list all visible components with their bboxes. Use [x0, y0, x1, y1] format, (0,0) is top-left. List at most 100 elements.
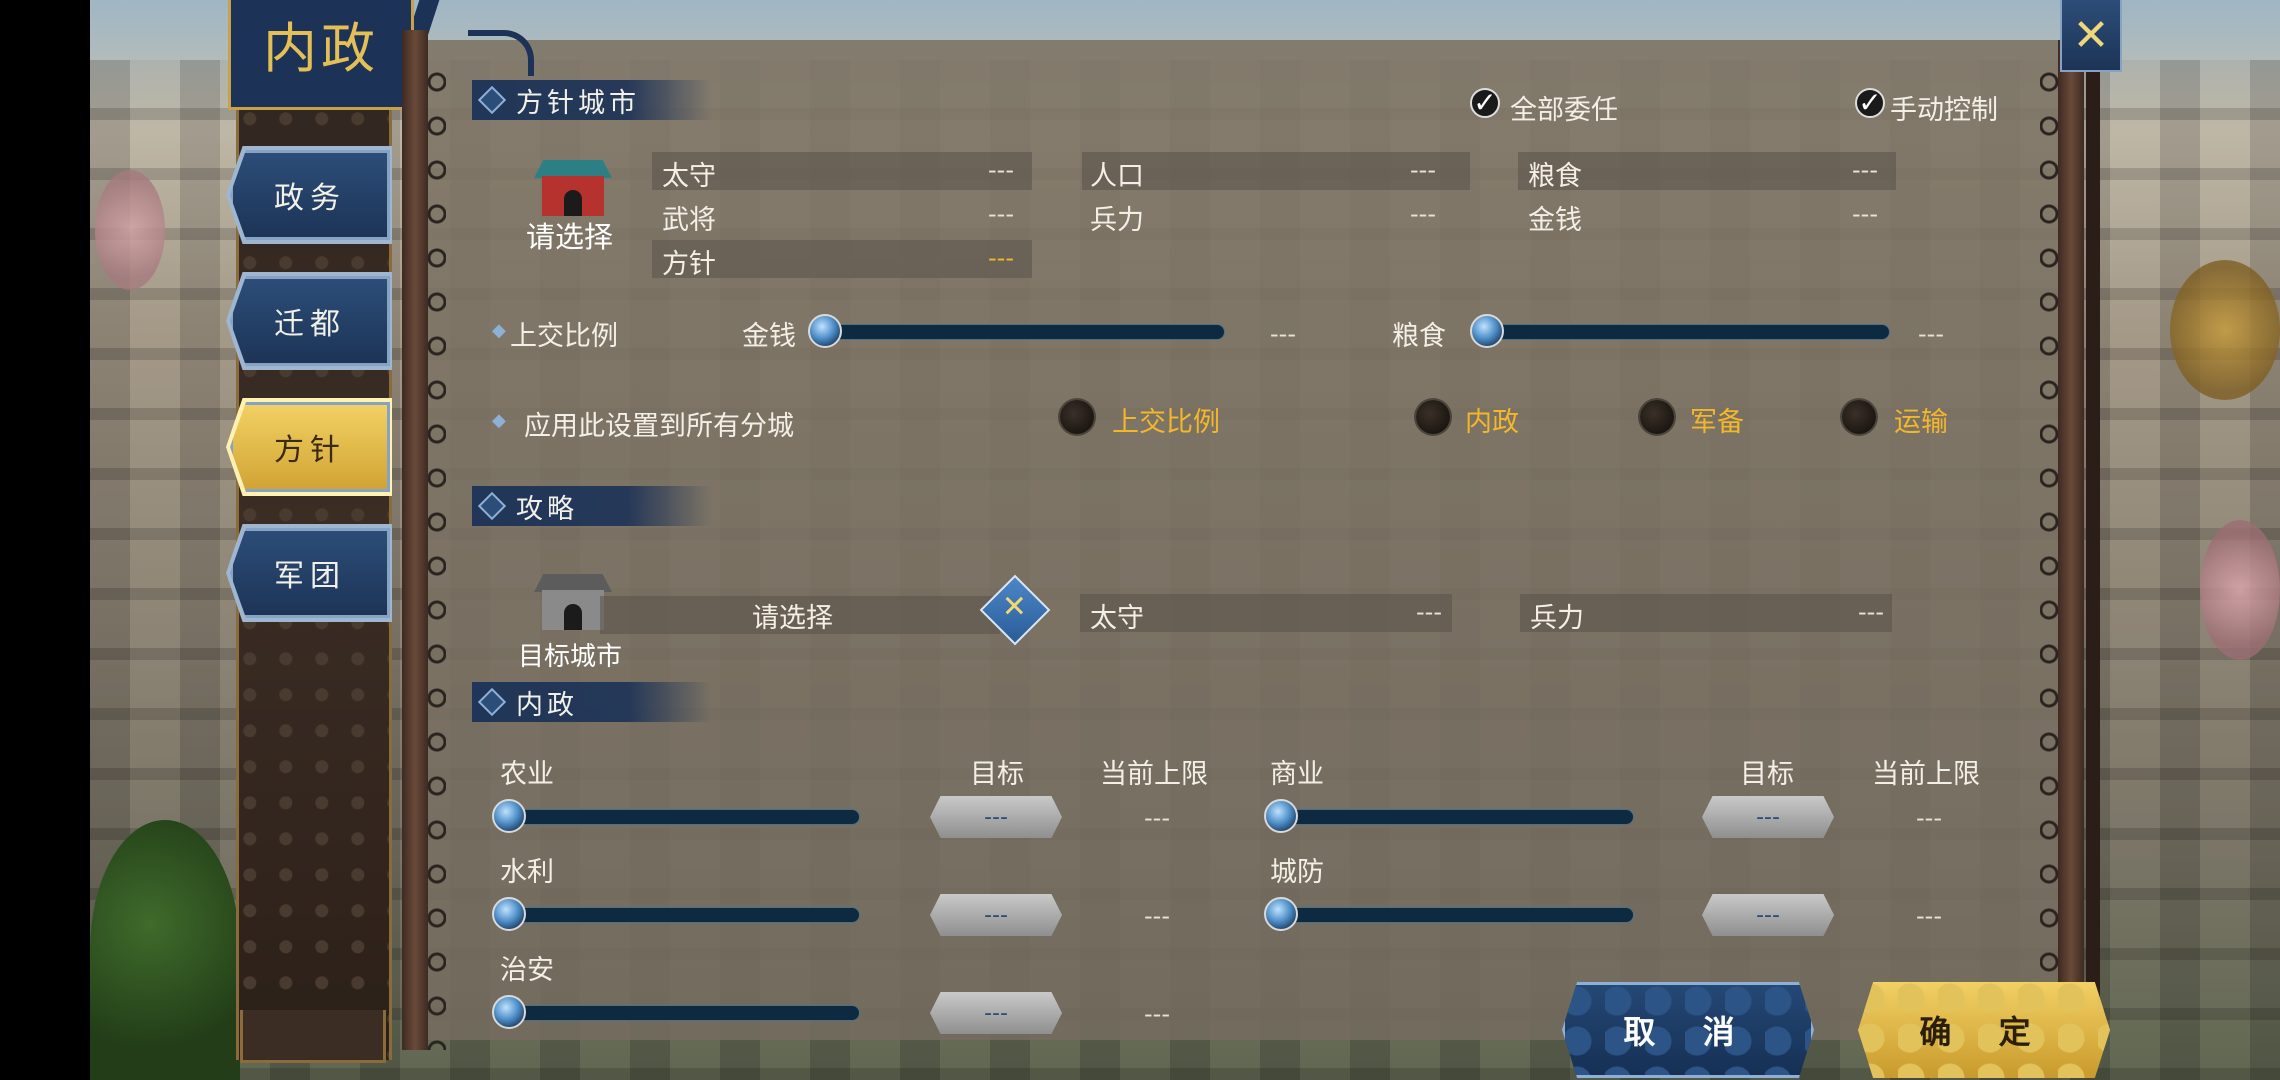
- agriculture-target-field[interactable]: ---: [930, 796, 1062, 838]
- irrigation-target-field[interactable]: ---: [930, 894, 1062, 936]
- section-title: 内政: [516, 689, 578, 721]
- title-banner: 内政: [228, 0, 414, 110]
- tribute-food-slider[interactable]: [1480, 324, 1890, 340]
- security-slider-knob[interactable]: [492, 995, 526, 1029]
- agriculture-slider-knob[interactable]: [492, 799, 526, 833]
- cap-header-right: 当前上限: [1872, 759, 1980, 790]
- apply-all-label: 应用此设置到所有分城: [524, 411, 794, 442]
- irrigation-slider[interactable]: [504, 907, 860, 923]
- nav-item-legion[interactable]: 军团: [230, 528, 390, 618]
- section-header-conquest: 攻略: [472, 486, 712, 526]
- apply-domestic-radio[interactable]: [1416, 400, 1450, 434]
- checkmark-icon: ✓: [1858, 86, 1882, 119]
- apply-transport-label: 运输: [1894, 407, 1948, 438]
- agriculture-cap-value: ---: [1144, 804, 1170, 832]
- nav-item-move-capital[interactable]: 迁都: [230, 276, 390, 366]
- apply-tribute-radio[interactable]: [1060, 400, 1094, 434]
- scroll-rod-right-back: [2086, 50, 2100, 1050]
- manual-control-label: 手动控制: [1890, 95, 1998, 126]
- scroll-rod-left: [402, 30, 428, 1050]
- nav-item-affairs[interactable]: 政务: [230, 150, 390, 240]
- irrigation-cap-value: ---: [1144, 902, 1170, 930]
- security-cap-value: ---: [1144, 1000, 1170, 1028]
- section-title: 方针城市: [516, 87, 640, 119]
- security-target-field[interactable]: ---: [930, 992, 1062, 1034]
- tribute-label: 上交比例: [510, 321, 618, 352]
- target-city-label: 目标城市: [518, 642, 623, 672]
- corner-hook: [468, 30, 534, 76]
- scroll-hooks-right: [2040, 60, 2058, 1050]
- policy-label: 方针: [662, 249, 716, 280]
- city-select-label[interactable]: 请选择: [526, 214, 613, 256]
- commerce-target-field[interactable]: ---: [1702, 796, 1834, 838]
- commerce-slider-knob[interactable]: [1264, 799, 1298, 833]
- apply-tribute-label: 上交比例: [1112, 407, 1220, 438]
- close-button[interactable]: ✕: [2060, 0, 2122, 72]
- population-label: 人口: [1090, 161, 1144, 192]
- blossom-tree-left: [95, 170, 165, 290]
- manual-control-checkbox[interactable]: ✓: [1855, 88, 1885, 118]
- fortress-gate: [564, 190, 582, 216]
- blossom-tree-right: [2200, 520, 2280, 660]
- diamond-icon: [477, 491, 507, 521]
- target-select-label[interactable]: 请选择: [752, 596, 833, 635]
- nav-item-policy[interactable]: 方针: [230, 402, 390, 492]
- page-title: 内政: [263, 17, 379, 80]
- tribute-food-label: 粮食: [1392, 321, 1446, 352]
- irrigation-slider-knob[interactable]: [492, 897, 526, 931]
- target-header-right: 目标: [1740, 759, 1794, 790]
- governor-value: ---: [988, 156, 1014, 184]
- tribute-food-value: ---: [1918, 320, 1944, 348]
- troops-label: 兵力: [1090, 205, 1144, 236]
- tree-left: [90, 820, 240, 1080]
- tribute-money-slider[interactable]: [820, 324, 1225, 340]
- commerce-cap-value: ---: [1916, 804, 1942, 832]
- delegate-all-label: 全部委任: [1510, 95, 1618, 126]
- money-label: 金钱: [1528, 205, 1582, 236]
- defense-cap-value: ---: [1916, 902, 1942, 930]
- cap-header-left: 当前上限: [1100, 759, 1208, 790]
- sidebar-scroll-end: [240, 1010, 386, 1063]
- small-diamond-icon: ◆: [492, 410, 506, 431]
- food-label: 粮食: [1528, 161, 1582, 192]
- fortress-gate: [564, 604, 582, 630]
- target-governor-label: 太守: [1090, 603, 1144, 634]
- diamond-icon: [477, 687, 507, 717]
- target-troops-value: ---: [1858, 598, 1884, 626]
- scroll-rod-right: [2058, 40, 2084, 1050]
- tree-right: [2170, 260, 2280, 400]
- section-title: 攻略: [516, 493, 578, 525]
- crossed-swords-icon: ✕: [1001, 589, 1027, 625]
- security-label: 治安: [500, 955, 554, 986]
- checkmark-icon: ✓: [1473, 86, 1497, 119]
- apply-military-label: 军备: [1690, 407, 1744, 438]
- cancel-button[interactable]: 取 消: [1562, 982, 1814, 1078]
- confirm-button[interactable]: 确 定: [1858, 982, 2110, 1078]
- target-troops-label: 兵力: [1530, 603, 1584, 634]
- agriculture-slider[interactable]: [504, 809, 860, 825]
- delegate-all-checkbox[interactable]: ✓: [1470, 88, 1500, 118]
- money-value: ---: [1852, 200, 1878, 228]
- generals-label: 武将: [662, 205, 716, 236]
- tribute-money-value: ---: [1270, 320, 1296, 348]
- apply-transport-radio[interactable]: [1842, 400, 1876, 434]
- close-x-icon: ✕: [2072, 9, 2110, 61]
- generals-value: ---: [988, 200, 1014, 228]
- defense-label: 城防: [1270, 857, 1324, 888]
- apply-military-radio[interactable]: [1640, 400, 1674, 434]
- irrigation-label: 水利: [500, 857, 554, 888]
- diamond-icon: [477, 85, 507, 115]
- defense-slider-knob[interactable]: [1264, 897, 1298, 931]
- population-value: ---: [1410, 156, 1436, 184]
- defense-target-field[interactable]: ---: [1702, 894, 1834, 936]
- scroll-hooks-left: [428, 60, 446, 1050]
- tribute-money-slider-knob[interactable]: [808, 314, 842, 348]
- policy-value: ---: [988, 244, 1014, 272]
- security-slider[interactable]: [504, 1005, 860, 1021]
- tribute-food-slider-knob[interactable]: [1470, 314, 1504, 348]
- city-fortress-icon[interactable]: [534, 160, 612, 216]
- food-value: ---: [1852, 156, 1878, 184]
- defense-slider[interactable]: [1276, 907, 1634, 923]
- commerce-slider[interactable]: [1276, 809, 1634, 825]
- troops-value: ---: [1410, 200, 1436, 228]
